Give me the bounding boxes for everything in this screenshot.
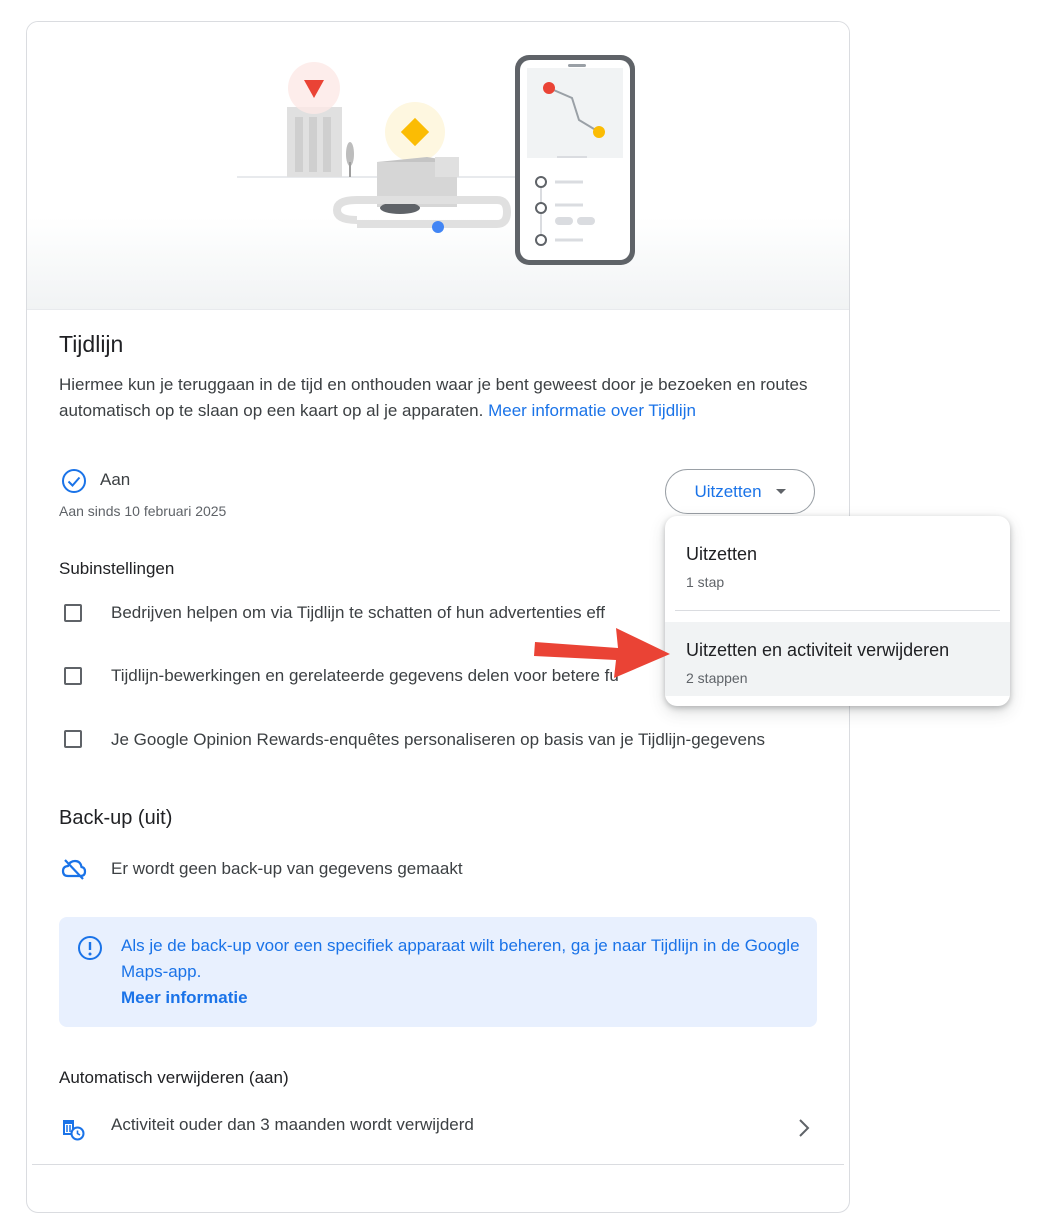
backup-info-box: Als je de back-up voor een specifiek app… [59,917,817,1027]
turn-off-button[interactable]: Uitzetten [665,469,815,514]
backup-heading: Back-up (uit) [59,807,173,829]
autodelete-heading: Automatisch verwijderen (aan) [59,1068,289,1087]
menu-divider [675,610,1000,611]
autodelete-text: Activiteit ouder dan 3 maanden wordt ver… [111,1115,474,1134]
info-text: Als je de back-up voor een specifiek app… [121,936,800,981]
chevron-right-icon[interactable] [797,1118,811,1143]
menu-item-delete-subtitle: 2 stappen [686,670,748,686]
subsetting-checkbox-1[interactable] [64,604,82,622]
turn-off-dropdown-menu: Uitzetten 1 stap Uitzetten en activiteit… [665,516,1010,706]
menu-item-turn-off[interactable]: Uitzetten 1 stap [665,516,1010,610]
page-title: Tijdlijn [59,331,124,357]
timeline-description: Hiermee kun je teruggaan in de tijd en o… [59,372,819,424]
subsetting-checkbox-2[interactable] [64,667,82,685]
bottom-divider [32,1164,844,1165]
backup-status-text: Er wordt geen back-up van gegevens gemaa… [111,859,463,878]
check-circle-icon [61,468,87,499]
menu-item-turn-off-title: Uitzetten [686,544,758,564]
menu-item-delete-title: Uitzetten en activiteit verwijderen [686,640,950,660]
info-icon [77,935,103,966]
caret-down-icon [775,489,786,494]
info-learn-more-link[interactable]: Meer informatie [121,985,801,1011]
turn-off-label: Uitzetten [694,481,762,501]
subsettings-heading: Subinstellingen [59,559,175,578]
subsetting-label-3: Je Google Opinion Rewards-enquêtes perso… [111,730,765,749]
red-arrow-annotation [530,620,670,685]
learn-more-link[interactable]: Meer informatie over Tijdlijn [488,401,696,420]
status-label: Aan [100,470,131,489]
subsetting-checkbox-3[interactable] [64,730,82,748]
menu-item-turn-off-subtitle: 1 stap [686,574,725,590]
status-since: Aan sinds 10 februari 2025 [59,503,227,519]
cloud-off-icon [60,855,88,888]
menu-item-turn-off-and-delete[interactable]: Uitzetten en activiteit verwijderen 2 st… [665,622,1010,696]
hero-illustration [27,22,849,310]
auto-delete-icon [60,1116,86,1147]
